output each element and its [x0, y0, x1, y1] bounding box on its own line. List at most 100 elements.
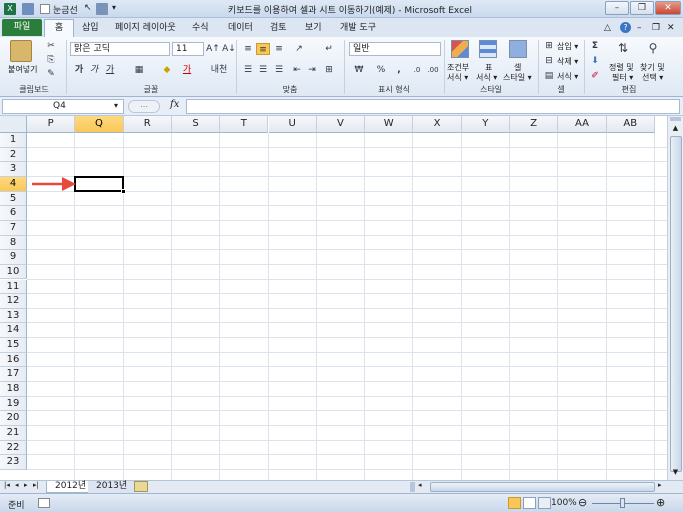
row-header-21[interactable]: 21	[0, 426, 27, 441]
page-break-view-icon[interactable]	[538, 497, 551, 509]
hscroll-right-button[interactable]: ▸	[658, 481, 662, 489]
row-header-22[interactable]: 22	[0, 440, 27, 456]
paste-button[interactable]: 붙여넣기	[8, 64, 37, 75]
insert-cells-icon[interactable]: ⊞	[542, 40, 556, 52]
tab-page-layout[interactable]: 페이지 레이아웃	[115, 21, 176, 37]
insert-cells-button[interactable]: 삽입 ▾	[557, 41, 578, 52]
row-header-5[interactable]: 5	[0, 191, 27, 207]
paste-icon[interactable]	[10, 40, 32, 62]
column-header-x[interactable]: X	[413, 116, 462, 133]
increase-decimal-icon[interactable]: .0	[410, 64, 424, 76]
scroll-thumb[interactable]	[670, 136, 682, 472]
row-header-3[interactable]: 3	[0, 162, 27, 177]
font-name-select[interactable]: 맑은 고딕	[70, 42, 170, 56]
border-icon[interactable]: ▦	[132, 64, 146, 76]
fill-color-icon[interactable]: ◆	[160, 64, 174, 76]
delete-cells-icon[interactable]: ⊟	[542, 55, 556, 67]
shrink-font-icon[interactable]: A↓	[222, 43, 236, 55]
print-preview-icon[interactable]	[96, 3, 108, 15]
tab-data[interactable]: 데이터	[228, 21, 253, 37]
bold-button[interactable]: 가	[72, 64, 86, 76]
table-format-label-2[interactable]: 서식 ▾	[476, 72, 497, 83]
merge-center-icon[interactable]: ⊞	[322, 64, 336, 76]
row-header-7[interactable]: 7	[0, 220, 27, 236]
row-header-2[interactable]: 2	[0, 147, 27, 163]
percent-button[interactable]: %	[374, 64, 388, 76]
restore-button[interactable]: ❐	[630, 1, 654, 15]
sort-filter-label-2[interactable]: 필터 ▾	[612, 72, 633, 83]
zoom-in-button[interactable]: ⊕	[656, 496, 665, 509]
decrease-decimal-icon[interactable]: .00	[426, 64, 440, 76]
vertical-scrollbar[interactable]: ▲ ▼	[667, 116, 683, 480]
fill-icon[interactable]: ⬇	[588, 55, 602, 67]
comma-button[interactable]: ,	[392, 64, 406, 76]
next-sheet-icon[interactable]: ▸	[24, 481, 28, 489]
customize-qa-icon[interactable]: ▾	[112, 3, 116, 15]
zoom-slider-thumb[interactable]	[620, 498, 625, 508]
row-header-9[interactable]: 9	[0, 250, 27, 265]
doc-restore-icon[interactable]: ❐	[652, 21, 660, 37]
doc-close-icon[interactable]: ✕	[667, 21, 675, 37]
scroll-up-button[interactable]: ▲	[669, 122, 682, 135]
font-size-select[interactable]: 11	[172, 42, 204, 56]
row-header-13[interactable]: 13	[0, 308, 27, 324]
row-header-6[interactable]: 6	[0, 206, 27, 221]
formula-input[interactable]	[186, 99, 680, 114]
spreadsheet-grid[interactable]: P Q R S T U V W X Y Z AA AB 1 2 3 4 5 6 7 8 9 10 11 12 13 14 15 16 1…	[0, 116, 667, 480]
cut-icon[interactable]: ✂	[44, 40, 58, 52]
grow-font-icon[interactable]: A↑	[206, 43, 220, 55]
table-format-icon[interactable]	[479, 40, 497, 58]
column-header-s[interactable]: S	[171, 116, 221, 133]
tab-file[interactable]: 파일	[2, 19, 42, 36]
currency-icon[interactable]: ₩	[352, 64, 366, 76]
close-button[interactable]: ✕	[655, 1, 681, 15]
underline-button[interactable]: 가	[103, 64, 117, 76]
sheet-tab-2013[interactable]: 2013년	[88, 481, 136, 493]
row-header-18[interactable]: 18	[0, 382, 27, 397]
row-header-1[interactable]: 1	[0, 133, 27, 148]
italic-button[interactable]: 가	[87, 64, 101, 76]
autosum-icon[interactable]: Σ	[588, 40, 602, 52]
help-icon[interactable]: ?	[620, 22, 631, 33]
last-sheet-icon[interactable]: ▸|	[33, 481, 39, 489]
column-header-y[interactable]: Y	[461, 116, 510, 133]
select-all-corner[interactable]	[0, 116, 27, 133]
ribbon-minimize-icon[interactable]: △	[604, 21, 611, 37]
prev-sheet-icon[interactable]: ◂	[15, 481, 19, 489]
formula-expand-icon[interactable]: ⋯	[128, 100, 160, 113]
find-select-label-2[interactable]: 선택 ▾	[642, 72, 663, 83]
row-header-8[interactable]: 8	[0, 235, 27, 251]
column-header-z[interactable]: Z	[510, 116, 559, 133]
name-box[interactable]: Q4	[2, 99, 124, 114]
sort-filter-icon[interactable]: ⇅	[614, 42, 632, 58]
align-left-icon[interactable]: ☰	[241, 64, 255, 76]
cell-styles-icon[interactable]	[509, 40, 527, 58]
cursor-icon[interactable]: ↖	[84, 3, 92, 15]
name-box-dropdown-icon[interactable]: ▾	[114, 101, 118, 110]
decrease-indent-icon[interactable]: ⇤	[290, 64, 304, 76]
save-icon[interactable]	[22, 3, 34, 15]
row-header-12[interactable]: 12	[0, 294, 27, 309]
row-header-19[interactable]: 19	[0, 396, 27, 412]
tab-view[interactable]: 보기	[305, 21, 322, 37]
column-header-ab[interactable]: AB	[606, 116, 655, 133]
new-sheet-icon[interactable]	[134, 481, 148, 492]
column-header-v[interactable]: V	[316, 116, 366, 133]
align-center-icon[interactable]: ☰	[256, 64, 270, 76]
macro-record-icon[interactable]	[38, 498, 50, 508]
tab-home[interactable]: 홈	[44, 19, 74, 37]
doc-minimize-icon[interactable]: –	[637, 21, 642, 37]
tab-split-handle[interactable]	[410, 482, 415, 492]
clear-icon[interactable]: ✐	[588, 70, 602, 82]
conditional-format-label-2[interactable]: 서식 ▾	[447, 72, 468, 83]
font-color-button[interactable]: 가	[180, 64, 194, 76]
row-header-14[interactable]: 14	[0, 323, 27, 339]
scroll-down-button[interactable]: ▼	[669, 466, 682, 479]
tab-formulas[interactable]: 수식	[192, 21, 209, 37]
format-cells-button[interactable]: 서식 ▾	[557, 71, 578, 82]
wrap-text-icon[interactable]: ↵	[322, 43, 336, 55]
column-header-r[interactable]: R	[123, 116, 172, 133]
column-header-aa[interactable]: AA	[558, 116, 607, 133]
row-header-4[interactable]: 4	[0, 176, 27, 192]
minimize-button[interactable]: –	[605, 1, 629, 15]
